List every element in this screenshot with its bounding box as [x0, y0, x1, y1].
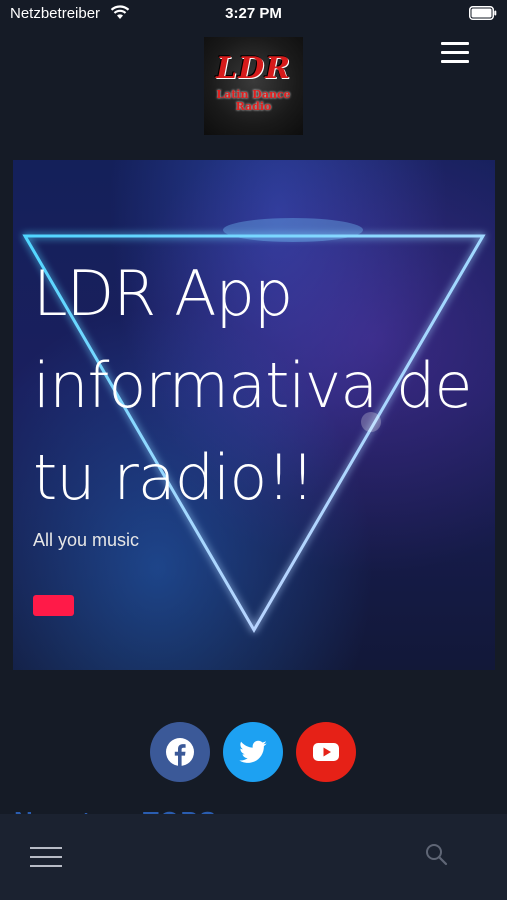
clock: 3:27 PM: [225, 5, 282, 22]
search-icon[interactable]: [424, 842, 448, 866]
twitter-button[interactable]: [223, 722, 283, 782]
logo-letters: LDR: [215, 51, 292, 86]
app-header: LDR Latin Dance Radio: [0, 30, 507, 140]
section-title-peek: Nuestros TOPS: [14, 806, 217, 814]
facebook-button[interactable]: [150, 722, 210, 782]
hamburger-menu-icon[interactable]: [441, 42, 469, 66]
hamburger-menu-icon[interactable]: [30, 847, 62, 869]
hero-subtitle: All you music: [33, 530, 140, 550]
station-logo[interactable]: LDR Latin Dance Radio: [204, 37, 303, 135]
youtube-icon: [313, 743, 339, 761]
hero-cta-button[interactable]: [33, 595, 74, 616]
status-bar: Netzbetreiber 3:27 PM: [0, 0, 507, 30]
logo-subtitle: Latin Dance Radio: [204, 89, 303, 113]
facebook-icon: [166, 738, 194, 766]
bottom-toolbar: [0, 814, 507, 900]
twitter-icon: [239, 740, 267, 763]
hero-banner: LDR App informativa de tu radio!! All yo…: [13, 160, 495, 670]
logo-subtitle-line-2: Radio: [235, 100, 272, 113]
hero-title: LDR App informativa de tu radio!!: [33, 257, 473, 514]
youtube-button[interactable]: [296, 722, 356, 782]
battery-icon: [469, 6, 497, 20]
